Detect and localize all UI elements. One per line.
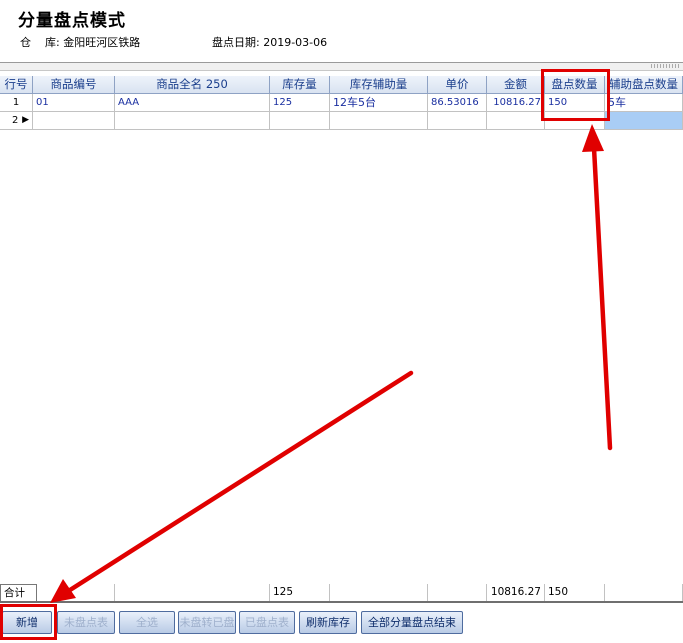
col-header-count-qty[interactable]: 盘点数量: [545, 76, 605, 94]
col-header-line-no[interactable]: 行号: [0, 76, 33, 94]
totals-price: [428, 584, 487, 602]
cell-count-qty[interactable]: 150: [545, 94, 605, 112]
totals-name: [115, 584, 270, 602]
totals-label: 合计: [0, 584, 37, 602]
uncounted-to-counted-button[interactable]: 未盘转已盘: [178, 611, 236, 634]
grip-icon: [651, 64, 679, 68]
add-button[interactable]: 新增: [2, 611, 52, 634]
totals-code: [37, 584, 115, 602]
cell-amount: 10816.27: [487, 94, 545, 112]
select-all-button[interactable]: 全选: [119, 611, 175, 634]
col-header-stock[interactable]: 库存量: [270, 76, 330, 94]
cell-stock: 125: [270, 94, 330, 112]
arrow-up-icon: [582, 124, 613, 451]
cell-aux-count-qty-selected[interactable]: [605, 112, 683, 130]
totals-aux: [605, 584, 683, 602]
cell-aux-count-qty[interactable]: 5车: [605, 94, 683, 112]
page-title: 分量盘点模式: [18, 11, 126, 31]
cell-price: [428, 112, 487, 130]
cell-code[interactable]: [33, 112, 115, 130]
table-row[interactable]: 1 01 AAA 125 12车5台 86.53016 10816.27 150…: [0, 94, 683, 112]
totals-amount: 10816.27: [487, 584, 545, 602]
counted-button[interactable]: 已盘点表: [239, 611, 295, 634]
cell-line-no: 2 ▶: [0, 112, 33, 130]
totals-count-qty: 150: [545, 584, 605, 602]
cell-stock-aux: [330, 112, 428, 130]
cell-stock: [270, 112, 330, 130]
cell-stock-aux: 12车5台: [330, 94, 428, 112]
totals-stock: 125: [270, 584, 330, 602]
cell-amount: [487, 112, 545, 130]
not-counted-button[interactable]: 未盘点表: [57, 611, 115, 634]
totals-stock-aux: [330, 584, 428, 602]
date-value: 2019-03-06: [263, 36, 328, 49]
cell-name[interactable]: AAA: [115, 94, 270, 112]
cell-price: 86.53016: [428, 94, 487, 112]
row-number: 2: [12, 115, 19, 126]
cell-name[interactable]: [115, 112, 270, 130]
totals-row: 合计 125 10816.27 150: [0, 584, 683, 602]
col-header-name[interactable]: 商品全名 250: [115, 76, 270, 94]
warehouse-info: 仓 库: 金阳旺河区铁路: [20, 34, 140, 50]
col-header-aux-count-qty[interactable]: 辅助盘点数量: [605, 76, 683, 94]
splitter-bar[interactable]: [0, 62, 683, 71]
row-pointer-icon: ▶: [22, 115, 29, 125]
grid-header-row: 行号 商品编号 商品全名 250 库存量 库存辅助量 单价 金额 盘点数量 辅助…: [0, 76, 683, 94]
refresh-stock-button[interactable]: 刷新库存: [299, 611, 357, 634]
warehouse-label: 仓 库:: [20, 36, 60, 49]
finish-all-button[interactable]: 全部分量盘点结束: [361, 611, 463, 634]
date-info: 盘点日期: 2019-03-06: [212, 34, 327, 50]
col-header-stock-aux[interactable]: 库存辅助量: [330, 76, 428, 94]
table-row[interactable]: 2 ▶: [0, 112, 683, 130]
arrow-down-left-icon: [50, 370, 414, 603]
cell-count-qty[interactable]: [545, 112, 605, 130]
warehouse-value: 金阳旺河区铁路: [63, 36, 141, 49]
col-header-code[interactable]: 商品编号: [33, 76, 115, 94]
col-header-price[interactable]: 单价: [428, 76, 487, 94]
cell-code[interactable]: 01: [33, 94, 115, 112]
footer-divider: [0, 601, 683, 603]
date-label: 盘点日期:: [212, 36, 260, 49]
col-header-amount[interactable]: 金额: [487, 76, 545, 94]
cell-line-no: 1: [0, 94, 33, 112]
